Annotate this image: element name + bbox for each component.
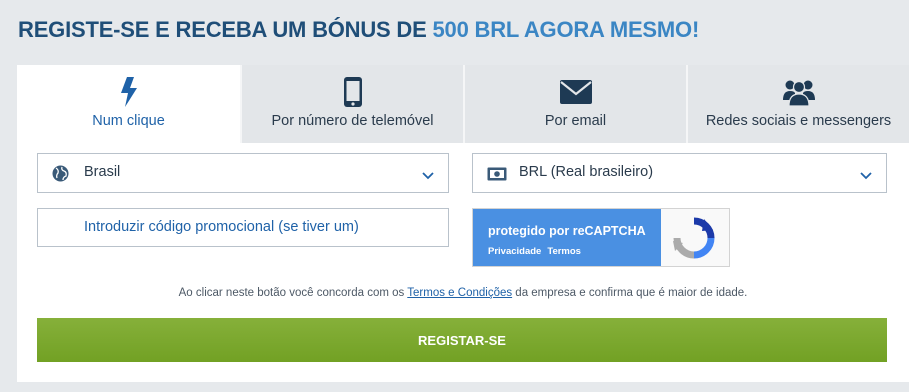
country-value: Brasil bbox=[84, 164, 121, 180]
terms-link[interactable]: Termos e Condições bbox=[407, 287, 512, 299]
registration-tabs: Num clique Por número de telemóvel Por e… bbox=[17, 65, 909, 143]
registration-card: Num clique Por número de telemóvel Por e… bbox=[17, 65, 909, 382]
recaptcha-widget[interactable]: protegido por reCAPTCHA Privacidade Termo… bbox=[472, 208, 730, 267]
currency-value: BRL (Real brasileiro) bbox=[519, 164, 654, 180]
recaptcha-logo-icon bbox=[671, 217, 717, 264]
heading-highlight: 500 BRL AGORA MESMO! bbox=[432, 17, 700, 42]
tab-social[interactable]: Redes sociais e messengers bbox=[686, 65, 909, 143]
heading-text: REGISTE-SE E RECEBA UM BÓNUS DE bbox=[18, 17, 433, 42]
terms-text-after: da empresa e confirma que é maior de ida… bbox=[512, 287, 748, 299]
recaptcha-title: protegido por reCAPTCHA bbox=[488, 224, 646, 238]
users-icon bbox=[782, 78, 816, 110]
terms-text-before: Ao clicar neste botão você concorda com … bbox=[178, 287, 408, 299]
chevron-down-icon bbox=[860, 168, 872, 184]
tab-label: Redes sociais e messengers bbox=[705, 113, 892, 129]
terms-notice: Ao clicar neste botão você concorda com … bbox=[17, 287, 909, 299]
lightning-icon bbox=[120, 77, 138, 111]
currency-select[interactable]: BRL (Real brasileiro) bbox=[472, 153, 887, 193]
tab-email[interactable]: Por email bbox=[463, 65, 686, 143]
tab-one-click[interactable]: Num clique bbox=[17, 65, 240, 143]
globe-icon bbox=[52, 165, 69, 186]
recaptcha-terms-link[interactable]: Termos bbox=[547, 246, 581, 257]
phone-icon bbox=[343, 76, 363, 112]
tab-label: Por email bbox=[544, 113, 607, 129]
tab-phone[interactable]: Por número de telemóvel bbox=[240, 65, 463, 143]
recaptcha-privacy-link[interactable]: Privacidade bbox=[488, 246, 541, 257]
tab-label: Num clique bbox=[92, 113, 165, 129]
chevron-down-icon bbox=[422, 168, 434, 184]
register-button[interactable]: REGISTAR-SE bbox=[37, 318, 887, 362]
country-select[interactable]: Brasil bbox=[37, 153, 449, 193]
tab-label: Por número de telemóvel bbox=[271, 113, 434, 129]
banknote-icon bbox=[487, 167, 507, 185]
page-heading: REGISTE-SE E RECEBA UM BÓNUS DE 500 BRL … bbox=[18, 17, 699, 43]
recaptcha-badge: protegido por reCAPTCHA Privacidade Termo… bbox=[473, 209, 661, 266]
envelope-icon bbox=[559, 80, 592, 108]
promo-code-input[interactable]: Introduzir código promocional (se tiver … bbox=[37, 208, 449, 247]
